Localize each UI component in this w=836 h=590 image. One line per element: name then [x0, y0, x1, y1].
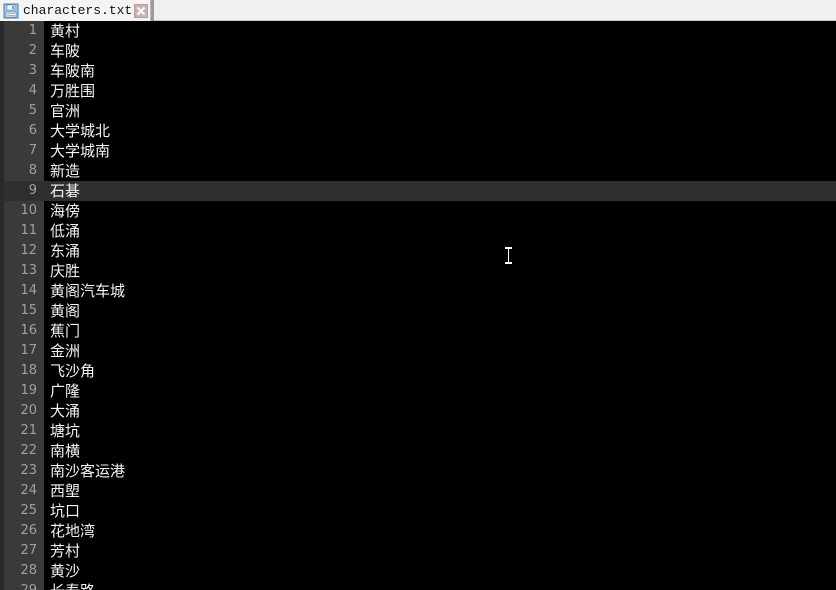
line-text: 官洲 [50, 102, 81, 120]
editor-line[interactable]: 29 长寿路 [0, 581, 836, 590]
editor-line[interactable]: 9 石碁 [0, 181, 836, 201]
line-number: 25 [20, 503, 37, 518]
editor-line[interactable]: 18 飞沙角 [0, 361, 836, 381]
line-number: 12 [20, 243, 37, 258]
line-number: 7 [28, 143, 37, 158]
current-line-highlight [4, 181, 836, 201]
tab-characters-txt[interactable]: characters.txt [0, 0, 152, 21]
editor-line[interactable]: 21 塘坑 [0, 421, 836, 441]
close-icon[interactable] [134, 3, 149, 18]
line-text: 低涌 [50, 222, 81, 240]
line-text: 花地湾 [50, 522, 96, 540]
line-number: 13 [20, 263, 37, 278]
line-number: 6 [28, 123, 37, 138]
line-number: 15 [20, 303, 37, 318]
editor-line[interactable]: 14 黄阁汽车城 [0, 281, 836, 301]
line-text: 南沙客运港 [50, 462, 126, 480]
line-text: 坑口 [50, 502, 81, 520]
line-number: 27 [20, 543, 37, 558]
line-text: 黄村 [50, 22, 81, 40]
line-text: 万胜围 [50, 82, 96, 100]
floppy-disk-icon [3, 3, 19, 19]
editor-line[interactable]: 26 花地湾 [0, 521, 836, 541]
editor-line[interactable]: 8 新造 [0, 161, 836, 181]
line-text: 西塱 [50, 482, 81, 500]
editor-line[interactable]: 20 大涌 [0, 401, 836, 421]
line-text: 金洲 [50, 342, 81, 360]
line-number: 3 [28, 63, 37, 78]
line-text: 新造 [50, 162, 81, 180]
line-number: 28 [20, 563, 37, 578]
line-text: 长寿路 [50, 581, 95, 590]
line-number: 1 [28, 23, 37, 38]
line-text: 车陂 [50, 42, 81, 60]
editor-line[interactable]: 28 黄沙 [0, 561, 836, 581]
line-number: 10 [20, 203, 37, 218]
line-number: 24 [20, 483, 37, 498]
line-number: 11 [20, 223, 37, 238]
editor-line[interactable]: 3 车陂南 [0, 61, 836, 81]
tab-bar: characters.txt [0, 0, 836, 21]
editor-line[interactable]: 1 黄村 [0, 21, 836, 41]
line-number: 2 [28, 43, 37, 58]
line-text: 大学城北 [50, 122, 111, 140]
line-number: 18 [20, 363, 37, 378]
line-number: 23 [20, 463, 37, 478]
line-number: 9 [28, 183, 37, 198]
editor-line[interactable]: 10 海傍 [0, 201, 836, 221]
tab-label: characters.txt [23, 3, 133, 18]
line-text: 黄沙 [50, 562, 81, 580]
editor-line[interactable]: 25 坑口 [0, 501, 836, 521]
editor-line[interactable]: 27 芳村 [0, 541, 836, 561]
line-number: 19 [20, 383, 37, 398]
editor-line[interactable]: 5 官洲 [0, 101, 836, 121]
line-number: 20 [20, 403, 37, 418]
editor-line[interactable]: 16 蕉门 [0, 321, 836, 341]
editor-line[interactable]: 6 大学城北 [0, 121, 836, 141]
line-text: 大涌 [50, 402, 81, 420]
line-text: 东涌 [50, 242, 81, 260]
line-number: 4 [28, 83, 37, 98]
line-text: 黄阁 [50, 302, 81, 320]
line-text: 大学城南 [50, 142, 111, 160]
line-number: 21 [20, 423, 37, 438]
line-text: 飞沙角 [50, 362, 96, 380]
line-text: 庆胜 [50, 262, 81, 280]
line-text: 南横 [50, 442, 81, 460]
line-text: 广隆 [50, 382, 81, 400]
line-number: 22 [20, 443, 37, 458]
editor-line[interactable]: 2 车陂 [0, 41, 836, 61]
line-text: 黄阁汽车城 [50, 282, 126, 300]
line-number: 17 [20, 343, 37, 358]
line-number: 29 [4, 581, 40, 590]
editor-window: characters.txt 1 黄村 2 车陂 3 车陂南 4 万胜围 5 官洲 6 大学城北 7 大学… [0, 0, 836, 590]
line-text: 车陂南 [50, 62, 96, 80]
line-text: 塘坑 [50, 422, 81, 440]
line-number: 8 [28, 163, 37, 178]
editor-line[interactable]: 12 东涌 [0, 241, 836, 261]
editor-line[interactable]: 4 万胜围 [0, 81, 836, 101]
line-text: 海傍 [50, 202, 81, 220]
line-text: 蕉门 [50, 322, 81, 340]
editor-line[interactable]: 24 西塱 [0, 481, 836, 501]
line-text: 芳村 [50, 542, 81, 560]
tab-bar-empty-area [154, 0, 836, 20]
editor-line[interactable]: 17 金洲 [0, 341, 836, 361]
line-number: 14 [20, 283, 37, 298]
editor-line[interactable]: 13 庆胜 [0, 261, 836, 281]
line-number: 26 [20, 523, 37, 538]
editor-line[interactable]: 11 低涌 [0, 221, 836, 241]
text-editor-area[interactable]: 1 黄村 2 车陂 3 车陂南 4 万胜围 5 官洲 6 大学城北 7 大学城南 8 新造 9 石碁 10 海傍 11 低… [0, 21, 836, 590]
editor-line[interactable]: 15 黄阁 [0, 301, 836, 321]
line-text: 石碁 [50, 182, 81, 200]
text-lines[interactable]: 1 黄村 2 车陂 3 车陂南 4 万胜围 5 官洲 6 大学城北 7 大学城南 8 新造 9 石碁 10 海傍 11 低… [0, 21, 836, 590]
editor-line[interactable]: 19 广隆 [0, 381, 836, 401]
line-number: 16 [20, 323, 37, 338]
editor-line[interactable]: 23 南沙客运港 [0, 461, 836, 481]
line-number: 5 [28, 103, 37, 118]
editor-line[interactable]: 22 南横 [0, 441, 836, 461]
editor-line[interactable]: 7 大学城南 [0, 141, 836, 161]
